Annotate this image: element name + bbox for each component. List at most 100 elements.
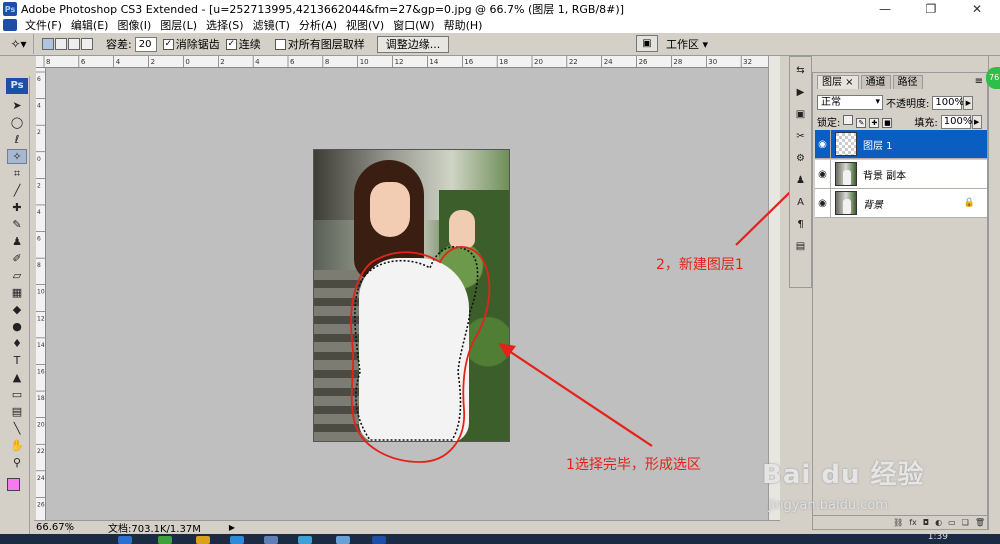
panel-scrollbar[interactable] [988,56,1000,530]
taskbar-app-icon[interactable] [298,536,312,544]
all-layers-checkbox[interactable]: 对所有图层取样 [274,36,365,52]
minimize-icon[interactable]: — [862,0,908,18]
eye-icon[interactable]: ◉ [815,159,831,189]
hand-tool-icon[interactable]: ✋ [7,438,27,453]
eyedropper-tool-icon[interactable]: ╱ [7,183,27,198]
clone-stamp-tool-icon[interactable]: ♟ [7,234,27,249]
fx-icon[interactable]: fx [909,518,917,527]
new-selection-icon[interactable] [42,38,54,50]
notification-badge[interactable]: 76 [986,67,1000,89]
opacity-arrow-icon[interactable]: ▶ [963,95,974,110]
vertical-scrollbar[interactable] [768,56,780,520]
healing-brush-tool-icon[interactable]: ✚ [7,200,27,215]
navigator-icon[interactable]: ⇆ [791,62,810,79]
type-tool-icon[interactable]: T [7,353,27,368]
workspace-menu[interactable]: 工作区 ▾ [666,36,708,52]
status-menu-icon[interactable]: ▶ [229,523,235,532]
group-icon[interactable]: ▭ [948,518,956,527]
magic-wand-tool-icon[interactable]: ✧ [7,149,27,164]
menu-window[interactable]: 窗口(W) [391,17,441,33]
character-icon[interactable]: A [791,194,810,211]
paragraph-icon[interactable]: ¶ [791,216,810,233]
mask-icon[interactable]: ◘ [923,518,929,527]
eye-icon[interactable]: ◉ [815,188,831,218]
histogram-icon[interactable]: ▶ [791,84,810,101]
panel-menu-icon[interactable]: ≡ [975,76,983,87]
start-icon[interactable] [118,536,132,544]
layer-row-2[interactable]: ◉ 背景 副本 [815,159,987,189]
taskbar-app-icon[interactable] [230,536,244,544]
new-layer-icon[interactable]: ❏ [962,518,969,527]
eye-icon[interactable]: ◉ [815,129,831,159]
tab-channels[interactable]: 通道 [860,75,891,89]
fill-input[interactable]: 100% [940,114,972,129]
eraser-tool-icon[interactable]: ▱ [7,268,27,283]
gradient-tool-icon[interactable]: ▦ [7,285,27,300]
tab-paths[interactable]: 路径 [892,75,923,89]
menu-filter[interactable]: 滤镜(T) [251,17,297,33]
menu-select[interactable]: 选择(S) [204,17,251,33]
opacity-input[interactable]: 100% [932,95,964,110]
taskbar-app-icon[interactable] [196,536,210,544]
path-selection-tool-icon[interactable]: ▲ [7,370,27,385]
marquee-tool-icon[interactable]: ◯ [7,115,27,130]
layer-comps-icon[interactable]: ▤ [791,238,810,255]
notes-tool-icon[interactable]: ▤ [7,404,27,419]
lock-all-icon[interactable]: ■ [882,118,893,128]
clone-source-icon[interactable]: ♟ [791,172,810,189]
taskbar-app-icon[interactable] [158,536,172,544]
menu-image[interactable]: 图像(I) [115,17,158,33]
lock-transparency-icon[interactable] [843,115,854,125]
fill-arrow-icon[interactable]: ▶ [971,114,982,129]
shape-tool-icon[interactable]: ▭ [7,387,27,402]
crop-tool-icon[interactable]: ⌗ [7,166,27,181]
menu-view[interactable]: 视图(V) [344,17,391,33]
layer-row-3[interactable]: ◉ 背景 🔒 [815,188,987,218]
menu-help[interactable]: 帮助(H) [442,17,490,33]
magic-wand-icon[interactable]: ✧▾ [4,34,34,54]
antialias-checkbox[interactable]: ✓ 消除锯齿 [162,36,220,52]
brushes-icon[interactable]: ⚙ [791,150,810,167]
menu-edit[interactable]: 编辑(E) [69,17,116,33]
add-selection-icon[interactable] [55,38,67,50]
zoom-level[interactable]: 66.67% [34,522,74,533]
antialias-label: 消除锯齿 [175,38,220,51]
intersect-selection-icon[interactable] [81,38,93,50]
lasso-tool-icon[interactable]: ℓ [7,132,27,147]
bridge-icon[interactable]: ▣ [635,35,658,52]
zoom-tool-icon[interactable]: ⚲ [7,455,27,470]
lock-position-icon[interactable]: ✚ [869,118,880,128]
eyedropper-tool-2-tool-icon[interactable]: ╲ [7,421,27,436]
refine-edge-button[interactable]: 调整边缘... [376,35,450,53]
document-photo[interactable] [313,149,510,442]
restore-icon[interactable]: ❐ [908,0,954,18]
delete-layer-icon[interactable]: 🗑 [975,518,985,527]
tool-presets-icon[interactable]: ✂ [791,128,810,145]
ps-logo[interactable]: Ps [6,78,28,94]
link-layers-icon[interactable]: ⛓ [893,518,903,527]
brush-tool-icon[interactable]: ✎ [7,217,27,232]
photoshop-menu-icon[interactable] [3,19,17,31]
history-brush-tool-icon[interactable]: ✐ [7,251,27,266]
subtract-selection-icon[interactable] [68,38,80,50]
dodge-tool-icon[interactable]: ● [7,319,27,334]
info-icon[interactable]: ▣ [791,106,810,123]
taskbar-app-icon[interactable] [336,536,350,544]
blur-tool-icon[interactable]: ◆ [7,302,27,317]
layer-row-1[interactable]: ◉ 图层 1 [815,129,987,159]
menu-file[interactable]: 文件(F) [23,17,69,33]
taskbar-photoshop-icon[interactable] [372,536,386,544]
tolerance-input[interactable]: 20 [134,36,157,52]
menu-analysis[interactable]: 分析(A) [297,17,344,33]
close-icon[interactable]: ✕ [954,0,1000,18]
lock-pixels-icon[interactable]: ✎ [856,118,867,128]
adjustment-icon[interactable]: ◐ [935,518,942,527]
taskbar-app-icon[interactable] [264,536,278,544]
foreground-color-swatch[interactable] [7,478,20,491]
menu-layer[interactable]: 图层(L) [158,17,204,33]
pen-tool-icon[interactable]: ♦ [7,336,27,351]
tab-layers[interactable]: 图层 × [817,75,859,89]
move-tool-icon[interactable]: ➤ [7,98,27,113]
blend-mode-select[interactable]: 正常 [817,95,883,110]
contiguous-checkbox[interactable]: ✓ 连续 [225,36,261,52]
